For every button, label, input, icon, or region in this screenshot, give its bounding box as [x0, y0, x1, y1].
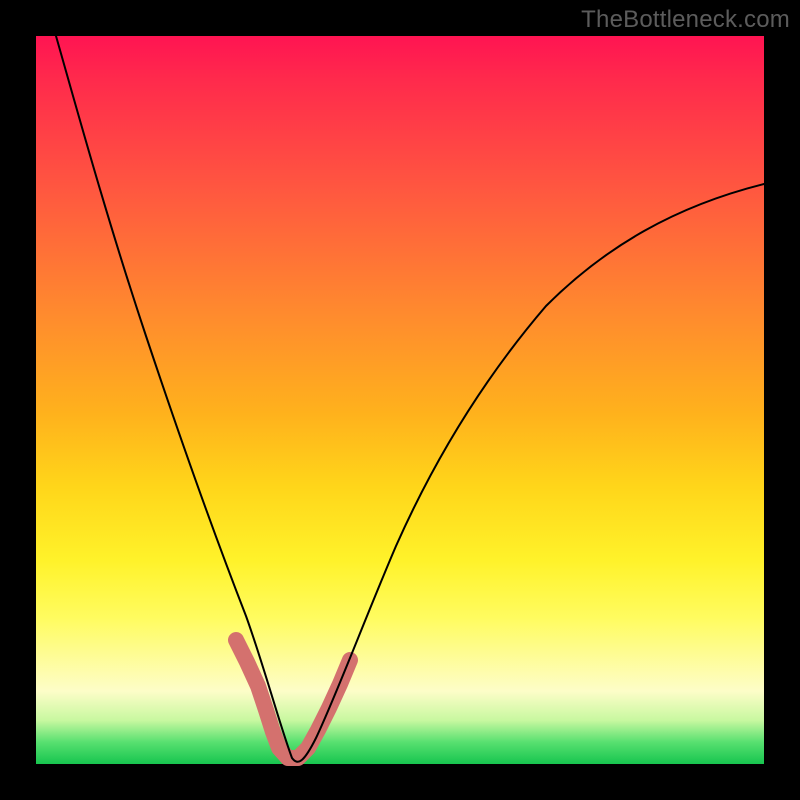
chart-frame: TheBottleneck.com — [0, 0, 800, 800]
curve-layer — [36, 36, 764, 764]
plot-area — [36, 36, 764, 764]
watermark-text: TheBottleneck.com — [581, 6, 790, 34]
bottleneck-curve-path — [56, 36, 764, 762]
